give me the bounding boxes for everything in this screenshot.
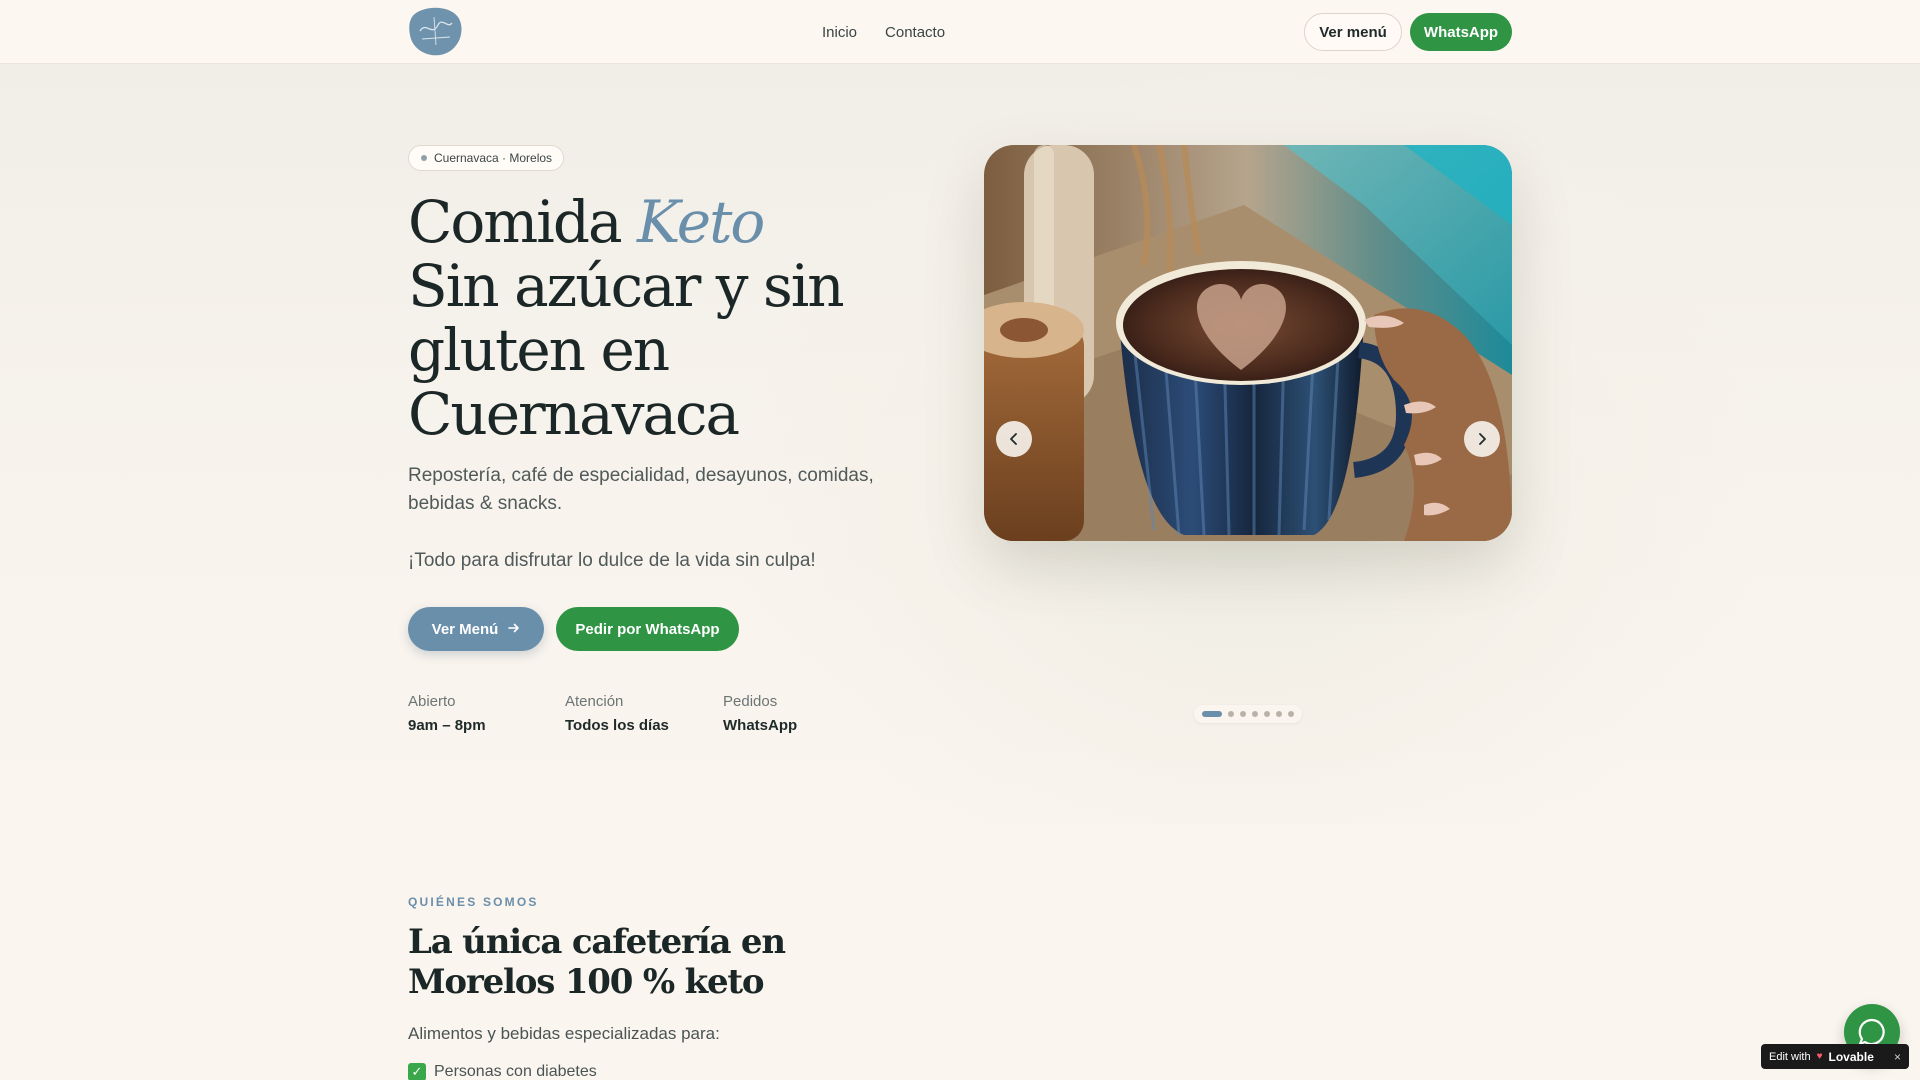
lovable-heart-icon: ♥ <box>1816 1051 1823 1062</box>
carousel-dot[interactable] <box>1202 711 1222 717</box>
carousel-dot[interactable] <box>1240 711 1246 717</box>
info-attention-value: Todos los días <box>565 717 669 734</box>
info-hours: Abierto 9am – 8pm <box>408 692 486 736</box>
nav-link-inicio[interactable]: Inicio <box>822 24 857 41</box>
badge-brand: Lovable <box>1828 1049 1874 1064</box>
badge-prefix: Edit with <box>1769 1050 1811 1063</box>
info-orders-value: WhatsApp <box>723 717 798 734</box>
brand-logo-icon[interactable] <box>408 7 463 56</box>
about-text: Alimentos y bebidas especializadas para: <box>408 1024 720 1043</box>
about-title: La única cafetería en Morelos 100 % keto <box>408 922 786 1002</box>
carousel-indicators <box>1194 705 1302 723</box>
hero-subtitle: Repostería, café de especialidad, desayu… <box>408 465 874 514</box>
view-menu-button[interactable]: Ver menú <box>1304 13 1402 51</box>
hero-title-part2: Sin azúcar y sin gluten en Cuernavaca <box>408 252 845 448</box>
ver-menu-label: Ver Menú <box>431 620 499 638</box>
image-carousel[interactable] <box>984 145 1512 541</box>
info-hours-value: 9am – 8pm <box>408 717 486 734</box>
about-list-item: ✓ Personas con diabetes <box>408 1063 597 1080</box>
coffee-photo <box>984 145 1512 541</box>
carousel-dot[interactable] <box>1252 711 1258 717</box>
check-icon: ✓ <box>408 1063 426 1080</box>
info-attention: Atención Todos los días <box>565 692 669 736</box>
location-text: Cuernavaca · Morelos <box>434 151 553 165</box>
carousel-dot[interactable] <box>1264 711 1270 717</box>
edit-with-lovable-badge[interactable]: Edit with ♥ Lovable × <box>1761 1044 1909 1069</box>
location-pill: Cuernavaca · Morelos <box>408 145 565 171</box>
carousel-dot[interactable] <box>1228 711 1234 717</box>
whatsapp-button[interactable]: WhatsApp <box>1410 13 1512 51</box>
carousel-dot[interactable] <box>1276 711 1282 717</box>
chevron-right-icon[interactable] <box>1464 421 1500 457</box>
info-orders-label: Pedidos <box>723 693 778 710</box>
hero-title-highlight: Keto <box>637 188 765 256</box>
nav-link-contacto[interactable]: Contacto <box>885 24 945 41</box>
location-dot-icon <box>421 155 427 161</box>
hero-section <box>0 64 1920 824</box>
info-hours-label: Abierto <box>408 693 456 710</box>
about-list-item-label: Personas con diabetes <box>434 1063 597 1080</box>
nav-links: Inicio Contacto <box>822 0 945 64</box>
close-icon[interactable]: × <box>1894 1050 1901 1064</box>
arrow-right-icon <box>508 621 520 638</box>
hero-title: Comida Keto Sin azúcar y sin gluten en Cu… <box>408 190 928 446</box>
hero-title-part1: Comida <box>408 188 637 256</box>
carousel-dot[interactable] <box>1288 711 1294 717</box>
info-orders: Pedidos WhatsApp <box>723 692 797 736</box>
top-nav: Inicio Contacto Ver menú WhatsApp <box>0 0 1920 64</box>
ver-menu-button[interactable]: Ver Menú <box>408 607 544 651</box>
about-eyebrow: QUIÉNES SOMOS <box>408 895 539 909</box>
info-attention-label: Atención <box>565 693 624 710</box>
hero-tagline: ¡Todo para disfrutar lo dulce de la vida… <box>408 550 816 571</box>
order-whatsapp-button[interactable]: Pedir por WhatsApp <box>556 607 739 651</box>
chevron-left-icon[interactable] <box>996 421 1032 457</box>
